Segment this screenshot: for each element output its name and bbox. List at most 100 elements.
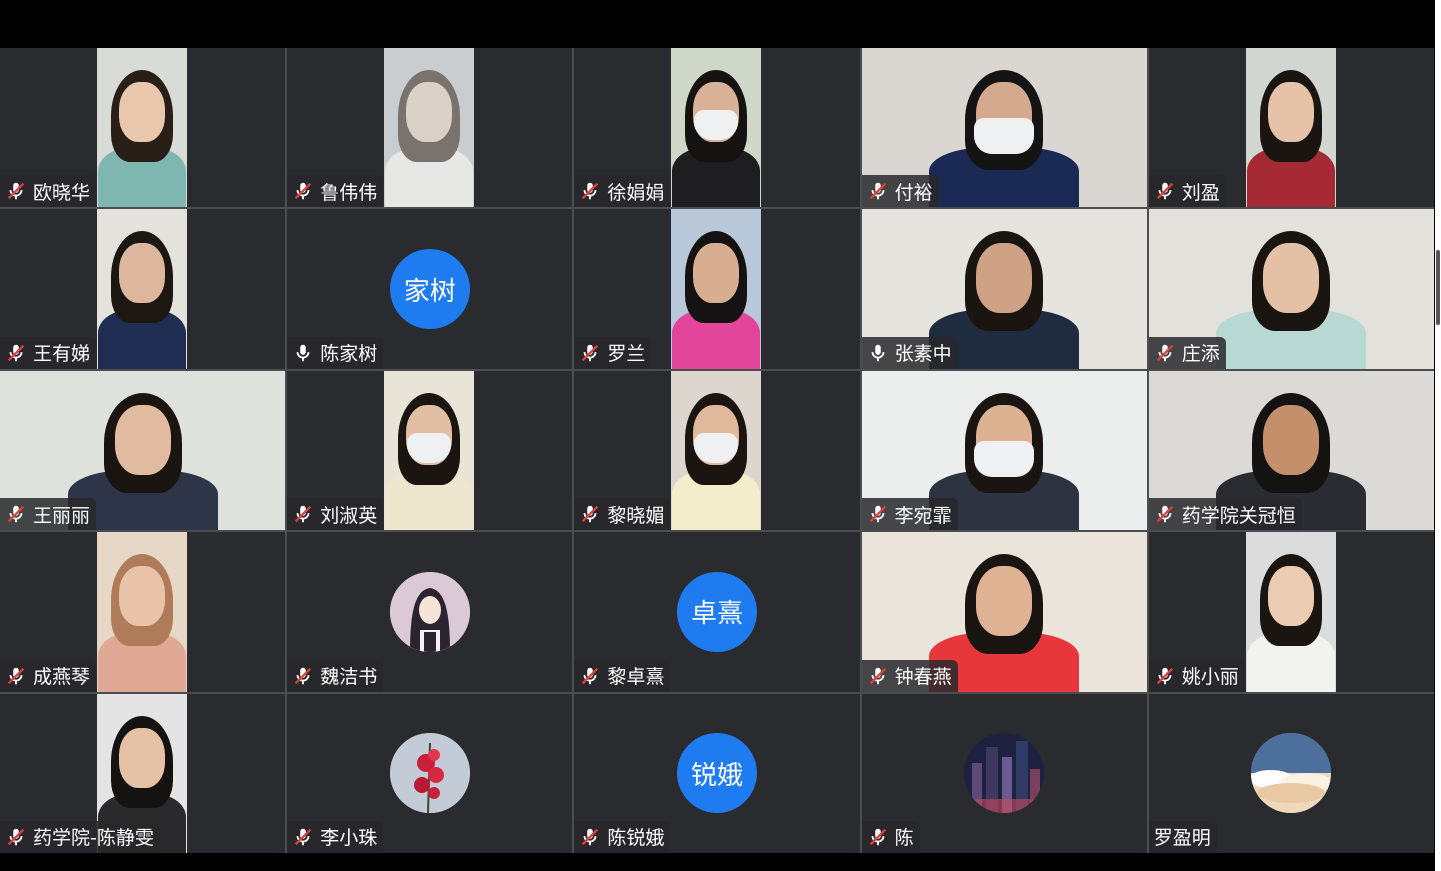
participant-tile[interactable]: 罗盈明 xyxy=(1148,693,1434,853)
participant-tile[interactable]: 药学院-陈静雯 xyxy=(0,693,286,853)
participant-name: 陈家树 xyxy=(320,343,378,366)
name-plate: 李宛霏 xyxy=(861,498,958,531)
participant-tile[interactable]: 魏洁书 xyxy=(287,532,573,692)
face xyxy=(693,243,740,304)
name-plate: 李小珠 xyxy=(287,820,384,853)
face xyxy=(119,243,165,304)
flower-photo-icon xyxy=(389,733,470,814)
avatar: 锐娥 xyxy=(676,733,757,814)
face xyxy=(119,82,165,142)
participant-tile[interactable]: 张素中 xyxy=(861,209,1147,369)
participant-name: 徐娟娟 xyxy=(607,181,665,204)
mic-muted-icon xyxy=(5,665,27,687)
face-mask xyxy=(974,440,1035,477)
name-plate: 陈家树 xyxy=(287,336,384,369)
mic-muted-icon xyxy=(867,665,889,687)
participant-name: 成燕琴 xyxy=(33,666,91,689)
participant-tile[interactable]: 锐娥 陈锐娥 xyxy=(574,693,860,853)
participant-tile[interactable]: 李小珠 xyxy=(287,693,573,853)
scrollbar-thumb[interactable] xyxy=(1436,250,1440,325)
name-plate: 王丽丽 xyxy=(0,498,97,531)
name-plate: 庄添 xyxy=(1148,336,1226,369)
mic-muted-icon xyxy=(867,180,889,202)
city-night-icon xyxy=(964,733,1045,814)
face xyxy=(114,404,171,475)
participant-tile[interactable]: 罗兰 xyxy=(574,209,860,369)
participant-name: 药学院关冠恒 xyxy=(1181,504,1296,527)
participant-name: 黎晓媚 xyxy=(607,504,665,527)
participant-video xyxy=(671,370,762,531)
mic-icon xyxy=(867,342,889,364)
face-mask xyxy=(407,432,452,463)
mic-muted-icon xyxy=(579,503,601,525)
participant-name: 魏洁书 xyxy=(320,666,378,689)
mic-muted-icon xyxy=(579,342,601,364)
mic-muted-icon xyxy=(579,180,601,202)
face-mask xyxy=(694,110,739,140)
mic-muted-icon xyxy=(5,180,27,202)
name-plate: 姚小丽 xyxy=(1148,659,1245,692)
name-plate: 黎卓熹 xyxy=(574,659,671,692)
participant-tile[interactable]: 卓熹 黎卓熹 xyxy=(574,532,860,692)
mic-muted-icon xyxy=(579,826,601,848)
participant-tile[interactable]: 刘淑英 xyxy=(287,370,573,531)
participant-video xyxy=(1245,48,1336,208)
avatar: 卓熹 xyxy=(676,571,757,652)
participant-name: 罗兰 xyxy=(607,343,646,366)
participant-tile[interactable]: 家树 陈家树 xyxy=(287,209,573,369)
name-plate: 刘盈 xyxy=(1148,175,1226,208)
participant-tile[interactable]: 徐娟娟 xyxy=(574,48,860,208)
participant-tile[interactable]: 王丽丽 xyxy=(0,370,286,531)
mic-muted-icon xyxy=(292,180,314,202)
name-plate: 魏洁书 xyxy=(287,659,384,692)
participant-tile[interactable]: 成燕琴 xyxy=(0,532,286,692)
mic-muted-icon xyxy=(292,665,314,687)
participant-video xyxy=(97,532,187,692)
face xyxy=(976,243,1033,314)
scrollbar[interactable] xyxy=(1435,0,1441,871)
participant-video xyxy=(384,48,475,208)
mic-muted-icon xyxy=(292,503,314,525)
participant-video xyxy=(97,209,187,369)
participant-tile[interactable]: 王有娣 xyxy=(0,209,286,369)
participant-tile[interactable]: 陈 xyxy=(861,693,1147,853)
participant-name: 鲁伟伟 xyxy=(320,181,378,204)
participant-tile[interactable]: 刘盈 xyxy=(1148,48,1434,208)
name-plate: 陈锐娥 xyxy=(574,820,671,853)
name-plate: 罗兰 xyxy=(574,336,652,369)
participant-video xyxy=(671,209,762,369)
participant-tile[interactable]: 欧晓华 xyxy=(0,48,286,208)
name-plate: 药学院-陈静雯 xyxy=(0,820,160,853)
face xyxy=(1263,243,1320,314)
face xyxy=(406,82,453,142)
participant-tile[interactable]: 鲁伟伟 xyxy=(287,48,573,208)
participant-name: 黎卓熹 xyxy=(607,666,665,689)
name-plate: 鲁伟伟 xyxy=(287,175,384,208)
participant-name: 庄添 xyxy=(1181,343,1220,366)
mic-muted-icon xyxy=(5,342,27,364)
participant-tile[interactable]: 庄添 xyxy=(1148,209,1434,369)
participant-video xyxy=(1245,532,1336,692)
mic-muted-icon xyxy=(1154,342,1176,364)
face-mask xyxy=(974,118,1035,154)
participant-tile[interactable]: 李宛霏 xyxy=(861,370,1147,531)
mic-muted-icon xyxy=(1154,180,1176,202)
name-plate: 付裕 xyxy=(861,175,939,208)
mic-muted-icon xyxy=(292,826,314,848)
participant-tile[interactable]: 黎晓媚 xyxy=(574,370,860,531)
participant-name: 付裕 xyxy=(894,181,933,204)
mic-muted-icon xyxy=(5,503,27,525)
face xyxy=(976,566,1033,637)
participant-tile[interactable]: 钟春燕 xyxy=(861,532,1147,692)
participant-name: 王丽丽 xyxy=(33,504,91,527)
face xyxy=(1263,404,1320,475)
girl-illustration-icon xyxy=(389,571,470,652)
name-plate: 欧晓华 xyxy=(0,175,97,208)
name-plate: 张素中 xyxy=(861,336,958,369)
participant-tile[interactable]: 药学院关冠恒 xyxy=(1148,370,1434,531)
face xyxy=(119,727,165,788)
participant-tile[interactable]: 付裕 xyxy=(861,48,1147,208)
participant-tile[interactable]: 姚小丽 xyxy=(1148,532,1434,692)
participant-name: 刘盈 xyxy=(1181,181,1220,204)
participant-name: 王有娣 xyxy=(33,343,91,366)
